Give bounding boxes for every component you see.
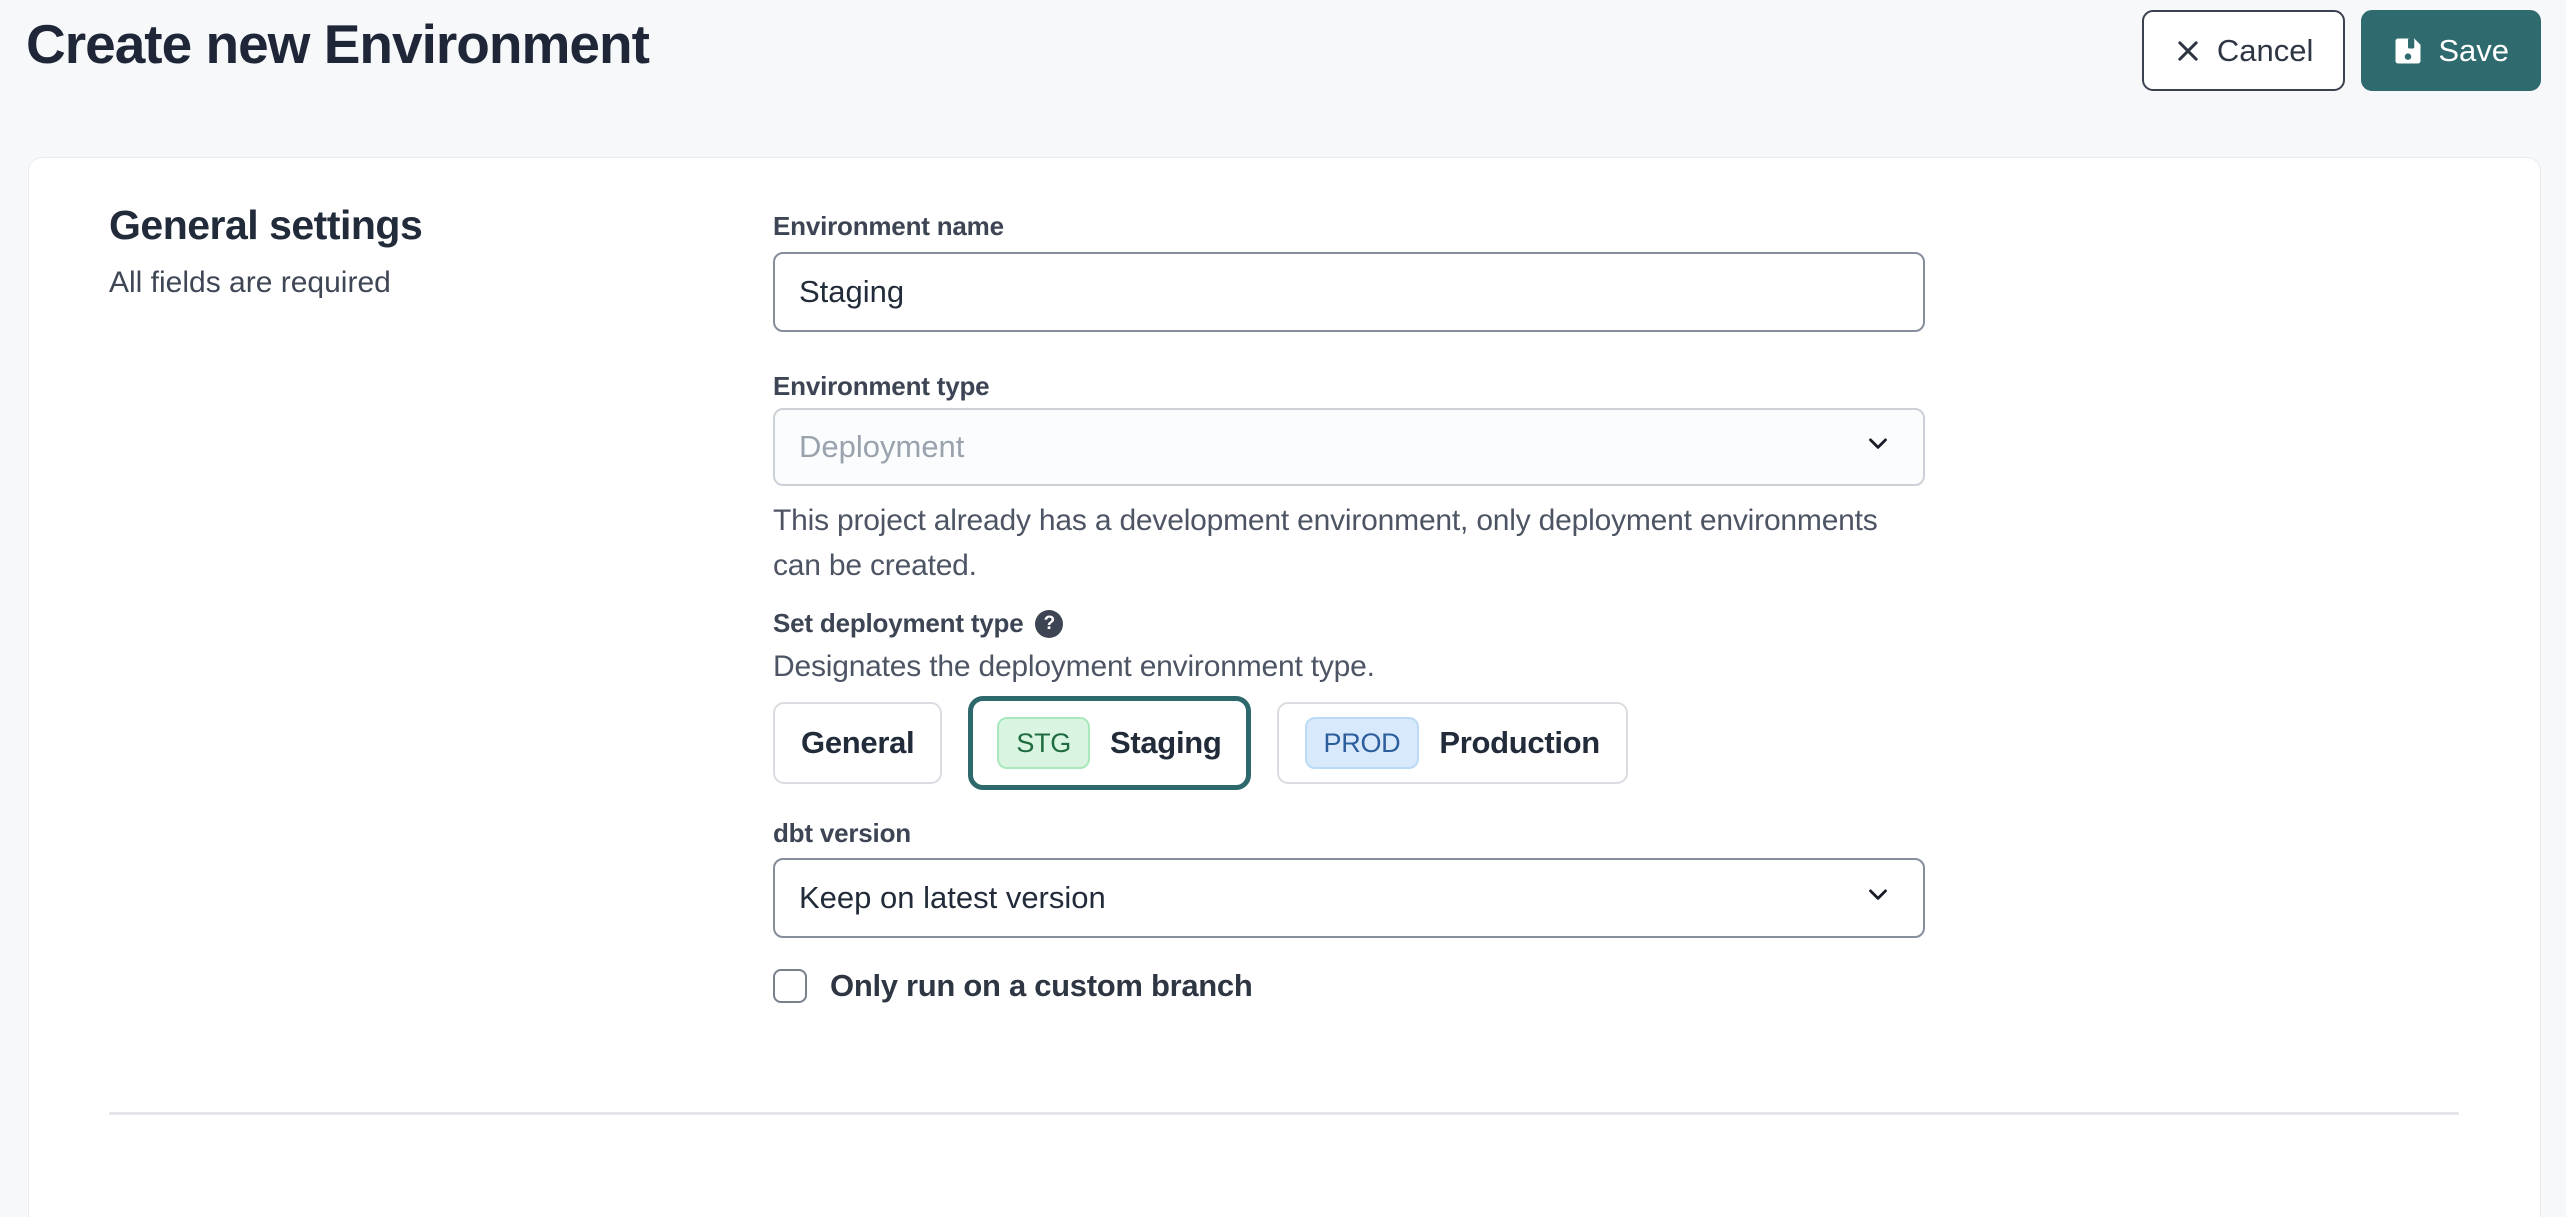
save-button[interactable]: Save [2361, 10, 2541, 91]
environment-type-label: Environment type [773, 371, 989, 402]
settings-card: General settings All fields are required… [28, 157, 2541, 1217]
deployment-type-label: Set deployment type [773, 608, 1023, 639]
deployment-type-option-staging[interactable]: STG Staging [968, 696, 1250, 790]
staging-badge: STG [997, 717, 1090, 769]
create-environment-page: Create new Environment Cancel Save Gener… [0, 0, 2566, 1142]
close-icon [2174, 37, 2202, 65]
environment-name-label: Environment name [773, 211, 1004, 242]
deployment-type-option-production[interactable]: PROD Production [1277, 702, 1628, 784]
option-staging-label: Staging [1110, 725, 1222, 761]
page-title: Create new Environment [26, 12, 649, 76]
save-icon [2393, 36, 2423, 66]
section-title: General settings [109, 202, 422, 249]
environment-type-value: Deployment [799, 429, 964, 465]
environment-name-input[interactable] [799, 274, 1899, 310]
custom-branch-row: Only run on a custom branch [773, 968, 1253, 1004]
dbt-version-select[interactable]: Keep on latest version [773, 858, 1925, 938]
custom-branch-label: Only run on a custom branch [830, 968, 1253, 1004]
cancel-button[interactable]: Cancel [2142, 10, 2346, 91]
chevron-down-icon [1863, 879, 1893, 917]
production-badge: PROD [1305, 717, 1420, 769]
environment-type-select[interactable]: Deployment [773, 408, 1925, 486]
custom-branch-checkbox[interactable] [773, 969, 807, 1003]
chevron-down-icon [1863, 428, 1893, 466]
deployment-type-label-row: Set deployment type ? [773, 608, 1063, 639]
option-general-label: General [801, 725, 914, 761]
section-divider [109, 1112, 2459, 1115]
deployment-type-description: Designates the deployment environment ty… [773, 650, 1375, 684]
dbt-version-label: dbt version [773, 818, 911, 849]
option-production-label: Production [1439, 725, 1600, 761]
environment-name-input-wrapper [773, 252, 1925, 332]
dbt-version-value: Keep on latest version [799, 880, 1106, 916]
header-actions: Cancel Save [2142, 10, 2541, 91]
deployment-type-option-general[interactable]: General [773, 702, 942, 784]
help-icon[interactable]: ? [1035, 610, 1063, 638]
cancel-button-label: Cancel [2217, 33, 2314, 69]
save-button-label: Save [2438, 33, 2509, 69]
section-subtitle: All fields are required [109, 266, 391, 300]
environment-type-helper: This project already has a development e… [773, 498, 1933, 588]
deployment-type-options: General STG Staging PROD Production [773, 695, 1628, 791]
